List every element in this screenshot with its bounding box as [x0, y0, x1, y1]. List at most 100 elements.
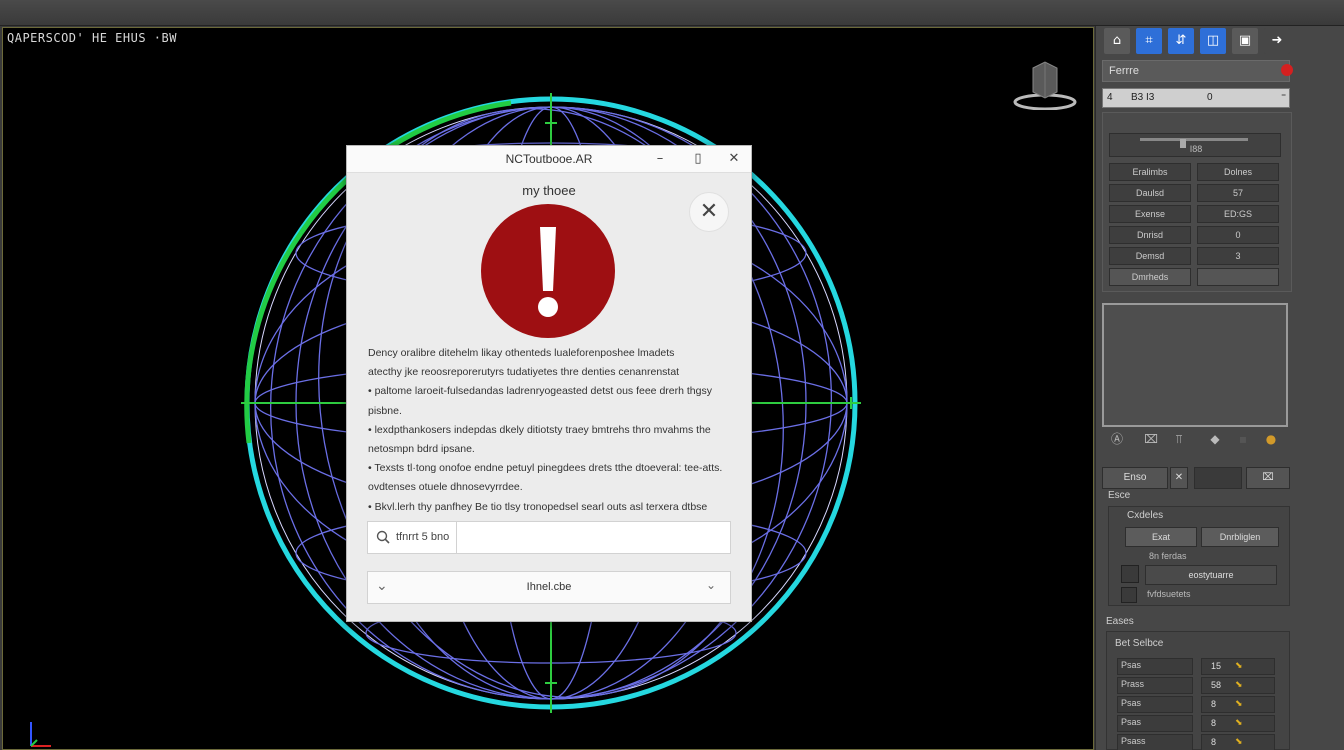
- remove-modifier-icon[interactable]: ◆: [1206, 430, 1224, 448]
- tab-modifier[interactable]: Enso: [1102, 467, 1168, 489]
- field-left: 4: [1107, 92, 1113, 103]
- modifier-group: Cxdeles Exat Dnrbliglen 8n ferdas eostyt…: [1108, 506, 1290, 606]
- dialog-close-button[interactable]: ✕: [689, 192, 729, 232]
- tab-close[interactable]: ✕: [1170, 467, 1188, 489]
- prop-label: Dnrisd: [1109, 226, 1191, 244]
- prop-value[interactable]: 3: [1197, 247, 1279, 265]
- window-close-button[interactable]: ✕: [723, 149, 745, 169]
- spinner-icon[interactable]: ⬊: [1235, 659, 1243, 674]
- search-label: tfnrrt 5 bno: [396, 531, 450, 543]
- modify-icon[interactable]: ⌗: [1136, 28, 1162, 54]
- param-value[interactable]: 8: [1211, 697, 1216, 712]
- slider-row[interactable]: I88: [1109, 133, 1281, 157]
- chevron-down-icon: ⌄: [706, 578, 717, 592]
- prop-value[interactable]: ED:GS: [1197, 205, 1279, 223]
- dialog-heading: my thoee: [522, 183, 576, 198]
- hierarchy-icon[interactable]: ⇵: [1168, 28, 1194, 54]
- modifier-tabs: Enso ✕ ⌧: [1102, 467, 1290, 491]
- prop-label: Eralimbs: [1109, 163, 1191, 181]
- param-value[interactable]: 8: [1211, 716, 1216, 731]
- message-line: pisbne.: [368, 404, 402, 417]
- search-input[interactable]: [456, 522, 730, 553]
- spinner-icon[interactable]: ⬊: [1235, 697, 1243, 712]
- section-title: Esce: [1108, 490, 1131, 501]
- motion-icon[interactable]: ◫: [1200, 28, 1226, 54]
- slider-caption: I88: [1189, 144, 1203, 154]
- search-icon: [376, 530, 390, 544]
- prop-label: Demsd: [1109, 247, 1191, 265]
- prop-label[interactable]: Dmrheds: [1109, 268, 1191, 286]
- prop-value[interactable]: 57: [1197, 184, 1279, 202]
- prop-value[interactable]: [1197, 268, 1279, 286]
- maximize-button[interactable]: ▯: [687, 149, 709, 169]
- message-line: netosmpn bdrd ipsane.: [368, 443, 475, 456]
- field-right: 0: [1207, 92, 1213, 103]
- properties-group: I88 Eralimbs Dolnes Daulsd 57 Exense ED:…: [1102, 112, 1292, 292]
- utilities-icon[interactable]: ➜: [1264, 28, 1290, 54]
- object-parameter-field[interactable]: 4 B3 I3 0 ⁼: [1102, 88, 1290, 108]
- message-line: • Texsts tl·tong onofoe endne petuyl pin…: [368, 462, 723, 475]
- spinner-icon[interactable]: ⬊: [1235, 678, 1243, 693]
- slider-track[interactable]: [1140, 138, 1248, 148]
- spinner-icon[interactable]: ⬊: [1235, 716, 1243, 731]
- tab-empty[interactable]: [1194, 467, 1242, 489]
- parameters-group: Bet Selbce Psas 15 ⬊ Prass 58 ⬊ Psas 8 ⬊…: [1106, 631, 1290, 750]
- object-name: Ferrre: [1109, 65, 1139, 77]
- error-dialog: NCToutbooe.AR – ▯ ✕ my thoee ✕ Dency ora…: [346, 145, 752, 622]
- message-line: atecthy jke reoosreporerutyrs tudatiyete…: [368, 366, 680, 379]
- axis-gizmo-icon: [30, 722, 51, 747]
- dialog-message: Dency oralibre ditehelm likay othenteds …: [368, 344, 738, 517]
- prop-label: Daulsd: [1109, 184, 1191, 202]
- param-value[interactable]: 8: [1211, 735, 1216, 750]
- pin-stack-icon[interactable]: Ⓐ: [1108, 430, 1126, 448]
- light-icon[interactable]: ●: [1262, 430, 1280, 448]
- viewcube-icon[interactable]: [1013, 58, 1077, 110]
- message-line: Dency oralibre ditehelm likay othenteds …: [368, 347, 675, 359]
- check-label: fvfdsuetets: [1147, 589, 1191, 599]
- checkbox[interactable]: [1121, 587, 1137, 603]
- field-mid: B3 I3: [1131, 92, 1155, 103]
- configure-icon[interactable]: ▪: [1234, 430, 1252, 448]
- alert-icon: [481, 204, 615, 338]
- search-field[interactable]: tfnrrt 5 bno: [367, 521, 731, 554]
- dialog-titlebar[interactable]: NCToutbooe.AR – ▯ ✕: [347, 146, 751, 173]
- dropdown-value: Ihnel.cbe: [526, 581, 572, 593]
- minimize-button[interactable]: –: [649, 149, 671, 169]
- exat-button[interactable]: Exat: [1125, 527, 1197, 547]
- tab-options[interactable]: ⌧: [1246, 467, 1290, 489]
- group-title: Cxdeles: [1127, 510, 1164, 521]
- spinner-icon[interactable]: ⬊: [1235, 735, 1243, 750]
- param-label: Psas: [1121, 717, 1142, 727]
- param-label: Prass: [1121, 679, 1145, 689]
- app-window: QAPERSCOD' HE EHUS ·BW NCToutbooe.AR – ▯…: [0, 0, 1344, 750]
- show-end-result-icon[interactable]: ⌧: [1142, 430, 1160, 448]
- prop-label: Exense: [1109, 205, 1191, 223]
- section-title: Eases: [1106, 616, 1134, 627]
- param-value[interactable]: 58: [1211, 678, 1221, 693]
- create-icon[interactable]: ⌂: [1104, 28, 1130, 54]
- options-button[interactable]: Dnrbliglen: [1201, 527, 1279, 547]
- param-label: Psass: [1121, 736, 1146, 746]
- object-color-swatch[interactable]: [1281, 64, 1293, 76]
- check-label[interactable]: eostytuarre: [1145, 565, 1277, 585]
- param-value[interactable]: 15: [1211, 659, 1221, 674]
- title-bar: [0, 0, 1344, 26]
- mod-caption: 8n ferdas: [1149, 551, 1187, 561]
- object-name-field[interactable]: Ferrre: [1102, 60, 1293, 82]
- param-label: Psas: [1121, 698, 1142, 708]
- checkbox[interactable]: [1121, 565, 1139, 583]
- message-line: • lexdpthankosers indepdas dkely ditiots…: [368, 423, 711, 436]
- display-icon[interactable]: ▣: [1232, 28, 1258, 54]
- prop-value[interactable]: Dolnes: [1197, 163, 1279, 181]
- option-dropdown[interactable]: ⌄ Ihnel.cbe ⌄: [367, 571, 731, 604]
- command-panel: ⌂ ⌗ ⇵ ◫ ▣ ➜ Ferrre 4 B3 I3 0 ⁼ I88 Erali…: [1095, 26, 1344, 750]
- preview-area[interactable]: [1102, 303, 1288, 427]
- message-line: • paltome laroeit-fulsedandas ladrenryog…: [368, 385, 712, 398]
- group-title: Bet Selbce: [1115, 638, 1164, 649]
- message-line: ovdtenses otuele dhnosevyrrdee.: [368, 481, 523, 494]
- prop-value[interactable]: 0: [1197, 226, 1279, 244]
- param-label: Psas: [1121, 660, 1142, 670]
- make-unique-icon[interactable]: ⫪: [1170, 430, 1188, 448]
- field-end: ⁼: [1281, 92, 1287, 103]
- message-line: • Bkvl.lerh thy panfhey Be tio tlsy tron…: [368, 500, 708, 513]
